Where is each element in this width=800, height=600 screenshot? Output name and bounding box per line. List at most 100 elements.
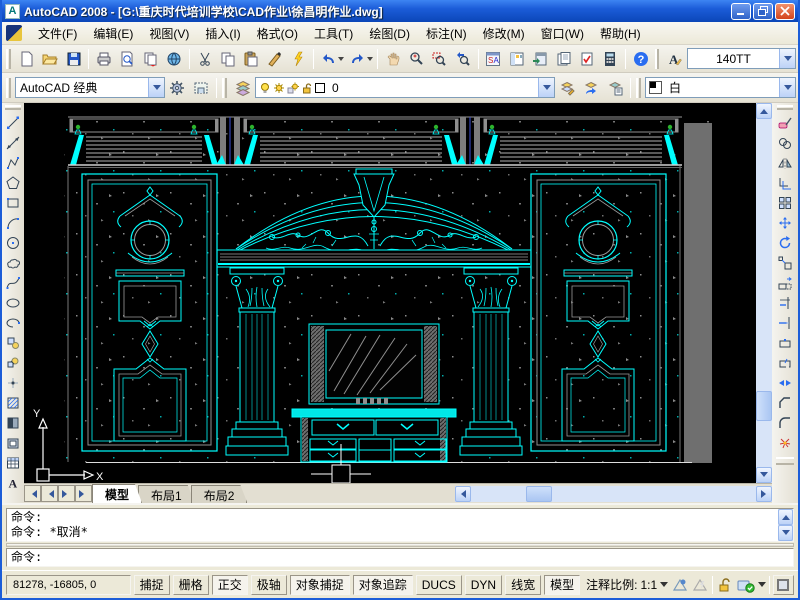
markup-set-manager-button[interactable] bbox=[575, 47, 598, 71]
polygon-button[interactable] bbox=[3, 173, 23, 193]
toolbar-grip[interactable] bbox=[776, 457, 794, 465]
revision-cloud-button[interactable] bbox=[3, 253, 23, 273]
scale-button[interactable] bbox=[775, 253, 795, 273]
undo-dropdown-arrow[interactable] bbox=[338, 57, 344, 64]
menu-draw[interactable]: 绘图(D) bbox=[361, 22, 418, 45]
undo-button[interactable] bbox=[317, 47, 340, 71]
chevron-down-icon[interactable] bbox=[779, 49, 795, 68]
toggle-polar[interactable]: 极轴 bbox=[251, 575, 287, 595]
properties-button[interactable]: SA bbox=[482, 47, 505, 71]
layer-on-bulb-icon[interactable] bbox=[259, 82, 271, 94]
sheet-set-manager-button[interactable] bbox=[552, 47, 575, 71]
redo-dropdown-arrow[interactable] bbox=[367, 57, 373, 64]
layer-combo[interactable]: 0 bbox=[255, 77, 555, 98]
designcenter-button[interactable] bbox=[505, 47, 528, 71]
pan-button[interactable] bbox=[381, 47, 404, 71]
gradient-button[interactable] bbox=[3, 413, 23, 433]
scroll-track[interactable] bbox=[471, 486, 756, 502]
command-history[interactable]: 命令:命令: *取消* bbox=[6, 508, 794, 542]
command-input[interactable]: 命令: bbox=[6, 548, 794, 567]
tab-prev-button[interactable] bbox=[41, 485, 58, 502]
toggle-model[interactable]: 模型 bbox=[544, 575, 580, 595]
scroll-up-button[interactable] bbox=[778, 509, 793, 525]
scroll-track[interactable] bbox=[756, 119, 772, 467]
match-properties-button[interactable] bbox=[263, 47, 286, 71]
copy-button[interactable] bbox=[216, 47, 239, 71]
layer-freeze-sun-icon[interactable] bbox=[273, 82, 285, 94]
text-style-button[interactable]: A bbox=[663, 47, 686, 71]
scroll-thumb[interactable] bbox=[756, 391, 772, 421]
line-button[interactable] bbox=[3, 113, 23, 133]
insert-block-button[interactable] bbox=[3, 333, 23, 353]
zoom-window-button[interactable] bbox=[428, 47, 451, 71]
chevron-down-icon[interactable] bbox=[148, 78, 164, 97]
publish-button[interactable] bbox=[139, 47, 162, 71]
ellipse-button[interactable] bbox=[3, 293, 23, 313]
extend-button[interactable] bbox=[775, 313, 795, 333]
array-button[interactable] bbox=[775, 193, 795, 213]
spline-button[interactable] bbox=[3, 273, 23, 293]
canvas-horizontal-scrollbar[interactable] bbox=[455, 486, 772, 502]
scroll-right-button[interactable] bbox=[756, 486, 772, 502]
tab-last-button[interactable] bbox=[75, 485, 92, 502]
clean-screen-button[interactable] bbox=[773, 575, 794, 595]
trim-button[interactable] bbox=[775, 293, 795, 313]
minimize-button[interactable] bbox=[731, 3, 751, 20]
toolbar-grip[interactable] bbox=[6, 49, 11, 69]
menu-modify[interactable]: 修改(M) bbox=[475, 22, 533, 45]
point-button[interactable] bbox=[3, 373, 23, 393]
new-button[interactable] bbox=[15, 47, 38, 71]
block-editor-button[interactable] bbox=[287, 47, 310, 71]
make-block-button[interactable] bbox=[3, 353, 23, 373]
save-button[interactable] bbox=[62, 47, 85, 71]
close-button[interactable] bbox=[775, 3, 795, 20]
paste-button[interactable] bbox=[240, 47, 263, 71]
scroll-up-button[interactable] bbox=[756, 103, 772, 119]
plot-preview-button[interactable] bbox=[116, 47, 139, 71]
zoom-previous-button[interactable] bbox=[451, 47, 474, 71]
menu-tools[interactable]: 工具(T) bbox=[306, 22, 361, 45]
join-button[interactable] bbox=[775, 373, 795, 393]
layer-unlock-icon[interactable] bbox=[301, 82, 313, 94]
toggle-osnap[interactable]: 对象捕捉 bbox=[290, 575, 350, 595]
arc-button[interactable] bbox=[3, 213, 23, 233]
move-button[interactable] bbox=[775, 213, 795, 233]
color-combo[interactable]: 白 bbox=[645, 77, 796, 98]
table-button[interactable] bbox=[3, 453, 23, 473]
toggle-lineweight[interactable]: 线宽 bbox=[505, 575, 541, 595]
polyline-button[interactable] bbox=[3, 153, 23, 173]
menu-view[interactable]: 视图(V) bbox=[141, 22, 197, 45]
construction-line-button[interactable] bbox=[3, 133, 23, 153]
chevron-down-icon[interactable] bbox=[538, 78, 554, 97]
toggle-ortho[interactable]: 正交 bbox=[212, 575, 248, 595]
toolbar-grip[interactable] bbox=[5, 105, 21, 110]
command-scrollbar[interactable] bbox=[778, 509, 793, 541]
layer-states-button[interactable] bbox=[603, 76, 627, 100]
break-at-point-button[interactable] bbox=[775, 333, 795, 353]
3d-dwf-button[interactable] bbox=[163, 47, 186, 71]
scroll-thumb[interactable] bbox=[526, 486, 552, 502]
canvas-vertical-scrollbar[interactable] bbox=[756, 103, 772, 483]
quickcalc-button[interactable] bbox=[599, 47, 622, 71]
plot-button[interactable] bbox=[92, 47, 115, 71]
tab-layout2[interactable]: 布局2 bbox=[191, 485, 248, 503]
make-object-layer-current-button[interactable] bbox=[555, 76, 579, 100]
tray-dropdown-icon[interactable] bbox=[758, 582, 766, 591]
layer-color-swatch[interactable] bbox=[315, 83, 325, 93]
menu-dimension[interactable]: 标注(N) bbox=[418, 22, 475, 45]
toolbar-grip[interactable] bbox=[6, 78, 11, 98]
open-button[interactable] bbox=[38, 47, 61, 71]
offset-button[interactable] bbox=[775, 173, 795, 193]
toggle-dyn[interactable]: DYN bbox=[465, 575, 502, 595]
copy-object-button[interactable] bbox=[775, 133, 795, 153]
annotation-scale-value[interactable]: 1:1 bbox=[640, 578, 657, 592]
workspace-settings-button[interactable] bbox=[165, 76, 189, 100]
scroll-down-button[interactable] bbox=[778, 525, 793, 541]
menu-edit[interactable]: 编辑(E) bbox=[85, 22, 141, 45]
erase-button[interactable] bbox=[775, 113, 795, 133]
region-button[interactable] bbox=[3, 433, 23, 453]
tab-layout1[interactable]: 布局1 bbox=[138, 485, 195, 503]
toggle-snap[interactable]: 捕捉 bbox=[134, 575, 170, 595]
mirror-button[interactable] bbox=[775, 153, 795, 173]
rotate-button[interactable] bbox=[775, 233, 795, 253]
